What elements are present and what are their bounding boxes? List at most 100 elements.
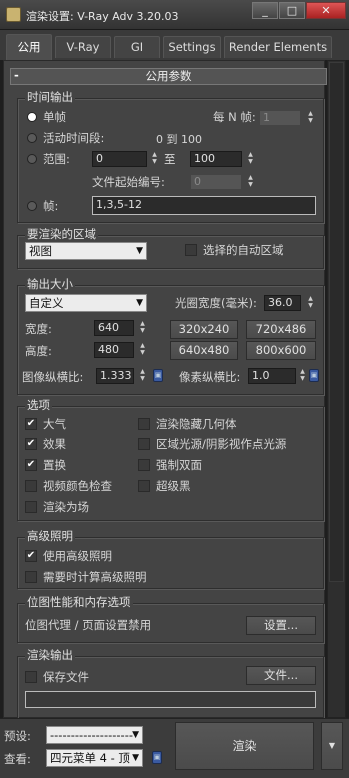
- use-advanced-lighting-label: 使用高级照明: [43, 549, 112, 563]
- height-input[interactable]: 480: [94, 342, 134, 358]
- frames-input[interactable]: 1,3,5-12: [92, 196, 316, 215]
- aperture-input[interactable]: 36.0: [264, 295, 301, 311]
- chevron-down-icon: ▼: [132, 753, 139, 763]
- compute-advanced-lighting-label: 需要时计算高级照明: [43, 570, 147, 584]
- files-button[interactable]: 文件...: [246, 666, 316, 685]
- minimize-button[interactable]: _: [252, 2, 278, 19]
- width-spinner[interactable]: ▲ ▼: [138, 320, 147, 336]
- option-checkbox[interactable]: [138, 459, 150, 471]
- range-radio[interactable]: [27, 154, 37, 164]
- option-checkbox[interactable]: [25, 501, 37, 513]
- rollout-header[interactable]: 公用参数: [10, 68, 327, 85]
- every-n-spinner[interactable]: ▲ ▼: [306, 110, 315, 126]
- height-spinner[interactable]: ▲ ▼: [138, 342, 147, 358]
- option-label: 渲染为场: [43, 500, 89, 514]
- tab-gi[interactable]: GI: [114, 36, 160, 58]
- option-label: 视频颜色检查: [43, 479, 112, 493]
- option-label: 强制双面: [156, 458, 202, 472]
- view-value: 四元菜单 4 - 顶: [50, 751, 130, 765]
- lock-icon[interactable]: ▣: [153, 369, 163, 382]
- range-label: 范围:: [43, 152, 70, 166]
- view-dropdown[interactable]: 四元菜单 4 - 顶 ▼: [46, 749, 143, 767]
- use-advanced-lighting-checkbox[interactable]: ✔: [25, 550, 37, 562]
- bitmap-setup-button[interactable]: 设置...: [246, 616, 316, 635]
- auto-region-checkbox[interactable]: [185, 244, 197, 256]
- preset-800x600-button[interactable]: 800x600: [246, 341, 316, 360]
- file-start-spinner[interactable]: ▲ ▼: [246, 174, 255, 190]
- chevron-down-icon: ▼: [136, 298, 143, 308]
- aperture-label: 光圈宽度(毫米):: [175, 296, 257, 310]
- range-to-input[interactable]: 100: [190, 151, 242, 167]
- image-aspect-spinner[interactable]: ▲ ▼: [138, 368, 147, 384]
- option-checkbox[interactable]: ✔: [25, 418, 37, 430]
- option-checkbox[interactable]: ✔: [25, 438, 37, 450]
- width-label: 宽度:: [25, 322, 52, 336]
- frames-label: 帧:: [43, 199, 59, 213]
- save-file-label: 保存文件: [43, 670, 89, 684]
- option-checkbox[interactable]: [138, 418, 150, 430]
- file-start-label: 文件起始编号:: [92, 175, 165, 189]
- render-options-dropdown-button[interactable]: ▼: [321, 722, 343, 770]
- options-label: 选项: [25, 398, 52, 412]
- option-label: 置换: [43, 458, 66, 472]
- size-preset-dropdown[interactable]: 自定义 ▼: [25, 294, 147, 312]
- option-label: 大气: [43, 417, 66, 431]
- render-output-label: 渲染输出: [25, 648, 75, 662]
- frames-radio[interactable]: [27, 201, 37, 211]
- render-area-value: 视图: [29, 244, 52, 258]
- single-frame-radio[interactable]: [27, 112, 37, 122]
- option-checkbox[interactable]: [138, 438, 150, 450]
- pixel-aspect-label: 像素纵横比:: [179, 370, 241, 384]
- tab-render-elements[interactable]: Render Elements: [224, 36, 332, 58]
- lock-icon[interactable]: ▣: [152, 751, 162, 764]
- size-preset-value: 自定义: [29, 296, 64, 310]
- every-n-input[interactable]: 1: [259, 110, 301, 126]
- aperture-spinner[interactable]: ▲ ▼: [306, 295, 315, 311]
- bitmap-status-text: 位图代理 / 页面设置禁用: [25, 618, 152, 632]
- preset-320x240-button[interactable]: 320x240: [170, 320, 238, 339]
- render-button[interactable]: 渲染: [175, 722, 314, 770]
- pixel-aspect-spinner[interactable]: ▲ ▼: [298, 368, 307, 384]
- output-size-label: 输出大小: [25, 277, 75, 291]
- preset-dropdown[interactable]: -------------------- ▼: [46, 726, 143, 744]
- file-start-input[interactable]: 0: [190, 174, 242, 190]
- active-segment-radio[interactable]: [27, 133, 37, 143]
- render-area-dropdown[interactable]: 视图 ▼: [25, 242, 147, 260]
- advanced-lighting-label: 高级照明: [25, 529, 75, 543]
- width-input[interactable]: 640: [94, 320, 134, 336]
- pixel-aspect-input[interactable]: 1.0: [248, 368, 296, 384]
- save-file-checkbox[interactable]: [25, 671, 37, 683]
- option-checkbox[interactable]: [138, 480, 150, 492]
- tab-vray[interactable]: V-Ray: [55, 36, 111, 58]
- range-to-spinner[interactable]: ▲ ▼: [246, 151, 255, 167]
- range-from-spinner[interactable]: ▲ ▼: [150, 151, 159, 167]
- preset-640x480-button[interactable]: 640x480: [170, 341, 238, 360]
- option-label: 渲染隐藏几何体: [156, 417, 237, 431]
- app-icon: [6, 7, 21, 22]
- image-aspect-input[interactable]: 1.333: [96, 368, 134, 384]
- collapse-icon[interactable]: -: [14, 68, 19, 83]
- output-path-field[interactable]: [25, 691, 316, 708]
- single-frame-label: 单帧: [43, 110, 66, 124]
- active-range-text: 0 到 100: [156, 133, 202, 146]
- close-button[interactable]: ✕: [306, 2, 346, 19]
- tab-common[interactable]: 公用: [6, 34, 52, 60]
- auto-region-label: 选择的自动区域: [203, 243, 284, 257]
- option-label: 效果: [43, 437, 66, 451]
- scrollbar-thumb[interactable]: [329, 62, 344, 582]
- time-output-label: 时间输出: [25, 90, 75, 104]
- option-checkbox[interactable]: ✔: [25, 459, 37, 471]
- compute-advanced-lighting-checkbox[interactable]: [25, 571, 37, 583]
- chevron-down-icon: ▼: [132, 730, 139, 740]
- preset-720x486-button[interactable]: 720x486: [246, 320, 316, 339]
- option-checkbox[interactable]: [25, 480, 37, 492]
- render-area-label: 要渲染的区域: [25, 227, 98, 241]
- option-label: 超级黑: [156, 479, 191, 493]
- option-label: 区域光源/阴影视作点光源: [156, 437, 287, 451]
- maximize-button[interactable]: □: [279, 2, 305, 19]
- bitmap-label: 位图性能和内存选项: [25, 595, 133, 609]
- every-n-label: 每 N 帧:: [213, 110, 256, 124]
- lock-icon[interactable]: ▣: [309, 369, 319, 382]
- range-from-input[interactable]: 0: [92, 151, 147, 167]
- tab-settings[interactable]: Settings: [163, 36, 221, 58]
